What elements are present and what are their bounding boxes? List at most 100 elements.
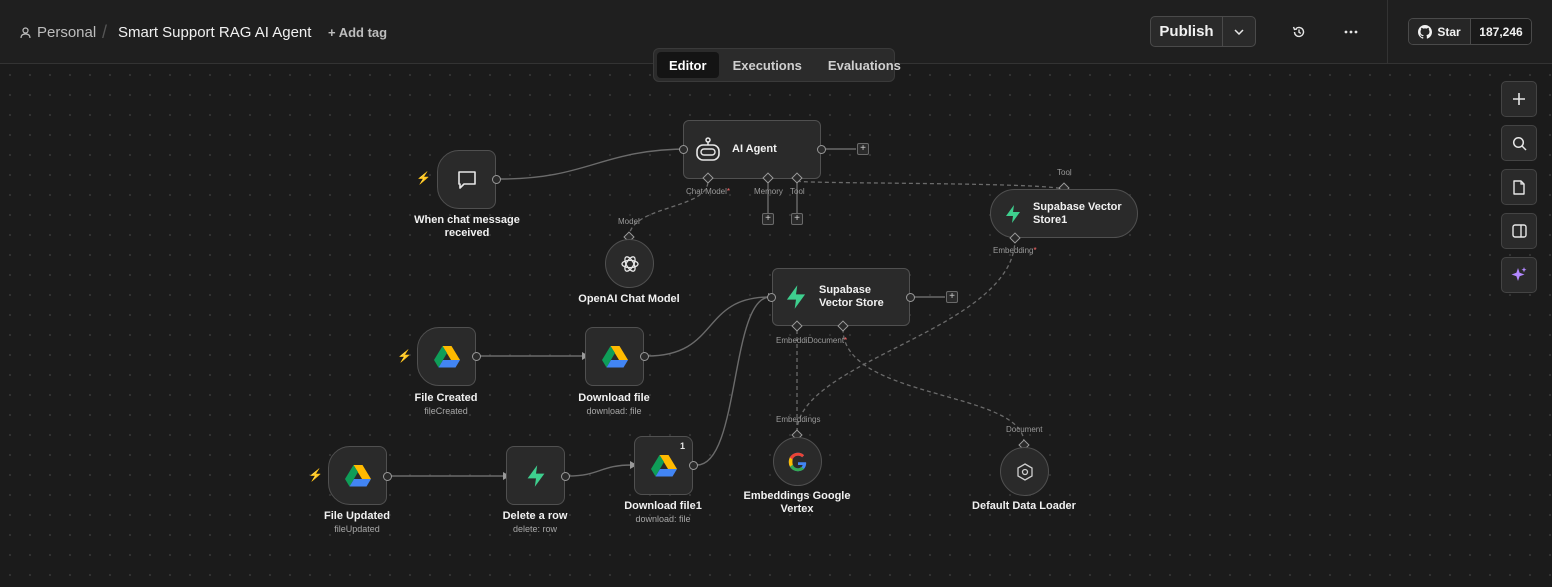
- breadcrumb-personal[interactable]: Personal: [20, 24, 96, 41]
- github-star-label: Star: [1437, 24, 1461, 39]
- supabase-icon: [1006, 204, 1020, 223]
- search-icon: [1512, 136, 1527, 151]
- output-port[interactable]: [817, 145, 826, 154]
- node-embeddings-google-vertex[interactable]: [773, 437, 822, 486]
- google-drive-icon: [433, 346, 460, 368]
- node-sublabel: download: file: [586, 406, 642, 416]
- add-node-button[interactable]: +: [857, 143, 869, 155]
- sparkle-icon: [1511, 267, 1527, 281]
- more-horizontal-icon: [1344, 30, 1358, 34]
- node-sublabel: download: file: [635, 514, 691, 524]
- port-label-model: Model: [618, 217, 640, 226]
- ai-assistant-button[interactable]: [1501, 257, 1537, 293]
- node-label: Delete a row: [502, 510, 568, 522]
- port-label-chat-model: Chat Model*: [686, 187, 731, 196]
- breadcrumb-separator: /: [102, 22, 108, 42]
- port-label-memory: Memory: [754, 187, 783, 196]
- supabase-icon: [527, 464, 544, 487]
- output-port[interactable]: [689, 461, 698, 470]
- supabase-icon: [786, 285, 806, 309]
- github-star-count: 187,246: [1471, 19, 1531, 44]
- workflow-title[interactable]: Smart Support RAG AI Agent: [118, 24, 311, 41]
- tab-editor[interactable]: Editor: [657, 52, 719, 78]
- github-icon: [1418, 24, 1433, 39]
- output-port[interactable]: [383, 472, 392, 481]
- chevron-down-icon: [1234, 28, 1244, 35]
- node-label: Supabase Vector Store1: [1033, 200, 1122, 226]
- output-port[interactable]: [472, 352, 481, 361]
- add-tag-button[interactable]: + Add tag: [328, 25, 387, 40]
- search-nodes-button[interactable]: [1501, 125, 1537, 161]
- port-label-document: Document: [1006, 425, 1043, 434]
- node-openai-chat-model[interactable]: [605, 239, 654, 288]
- trigger-bolt-icon: ⚡: [416, 171, 431, 185]
- add-memory-button[interactable]: +: [762, 213, 774, 225]
- run-count-badge: 1: [680, 441, 686, 451]
- google-icon: [788, 452, 806, 471]
- node-label: Download file: [578, 392, 650, 404]
- google-drive-icon: [650, 455, 677, 477]
- toggle-panel-button[interactable]: [1501, 213, 1537, 249]
- output-port[interactable]: [640, 352, 649, 361]
- add-node-toolbar-button[interactable]: [1501, 81, 1537, 117]
- node-label: Embeddings Google Vertex: [743, 490, 851, 515]
- history-button[interactable]: [1289, 22, 1309, 42]
- node-ai-agent[interactable]: AI Agent: [683, 120, 821, 179]
- publish-button-group: Publish: [1150, 16, 1256, 47]
- google-drive-icon: [344, 465, 371, 487]
- port-label-embedding-document: EmbeddiDocument*: [776, 336, 848, 345]
- input-port[interactable]: [767, 293, 776, 302]
- output-port[interactable]: [492, 175, 501, 184]
- output-port[interactable]: [906, 293, 915, 302]
- sticky-note-icon: [1513, 179, 1525, 195]
- google-drive-icon: [601, 346, 628, 368]
- node-label: OpenAI Chat Model: [578, 293, 680, 305]
- add-node-button[interactable]: +: [946, 291, 958, 303]
- github-star-button[interactable]: Star: [1409, 19, 1471, 44]
- node-label: AI Agent: [732, 143, 777, 155]
- node-chat-trigger[interactable]: [437, 150, 496, 209]
- node-label: Download file1: [624, 500, 702, 512]
- port-label-embeddings: Embeddings: [776, 415, 821, 424]
- input-port[interactable]: [679, 145, 688, 154]
- node-label: Default Data Loader: [972, 500, 1076, 512]
- node-supabase-vector-store[interactable]: Supabase Vector Store: [772, 268, 910, 326]
- tab-executions[interactable]: Executions: [721, 52, 814, 78]
- trigger-bolt-icon: ⚡: [397, 349, 412, 363]
- node-file-updated[interactable]: [328, 446, 387, 505]
- node-delete-row[interactable]: [506, 446, 565, 505]
- node-download-file[interactable]: [585, 327, 644, 386]
- node-file-created[interactable]: [417, 327, 476, 386]
- port-label-tool-top: Tool: [1057, 168, 1072, 177]
- openai-icon: [620, 255, 639, 272]
- sticky-note-button[interactable]: [1501, 169, 1537, 205]
- tab-evaluations[interactable]: Evaluations: [816, 52, 913, 78]
- more-options-button[interactable]: [1341, 22, 1361, 42]
- publish-button[interactable]: Publish: [1151, 17, 1223, 46]
- node-label: Supabase Vector Store: [819, 284, 884, 309]
- node-sublabel: fileCreated: [424, 406, 468, 416]
- github-star-group: Star 187,246: [1408, 18, 1532, 45]
- plus-icon: [1513, 93, 1525, 105]
- loader-icon: [1016, 462, 1033, 481]
- panel-icon: [1511, 224, 1527, 238]
- user-icon: [20, 26, 31, 38]
- robot-icon: [696, 136, 720, 161]
- header-divider: [1387, 0, 1388, 64]
- view-tabs: Editor Executions Evaluations: [653, 48, 901, 82]
- node-supabase-vector-store1[interactable]: Supabase Vector Store1: [990, 189, 1138, 238]
- node-sublabel: delete: row: [512, 524, 558, 534]
- port-label-embedding: Embedding*: [993, 246, 1037, 255]
- publish-options-button[interactable]: [1223, 17, 1255, 46]
- node-label: File Created: [414, 392, 478, 404]
- port-label-tool: Tool: [790, 187, 805, 196]
- chat-bubble-icon: [457, 170, 476, 189]
- node-default-data-loader[interactable]: [1000, 447, 1049, 496]
- node-sublabel: fileUpdated: [334, 524, 380, 534]
- add-tool-button[interactable]: +: [791, 213, 803, 225]
- breadcrumb-personal-label: Personal: [37, 24, 97, 41]
- node-label: File Updated: [323, 510, 390, 522]
- output-port[interactable]: [561, 472, 570, 481]
- node-label: When chat message received: [414, 214, 520, 239]
- history-icon: [1292, 26, 1305, 38]
